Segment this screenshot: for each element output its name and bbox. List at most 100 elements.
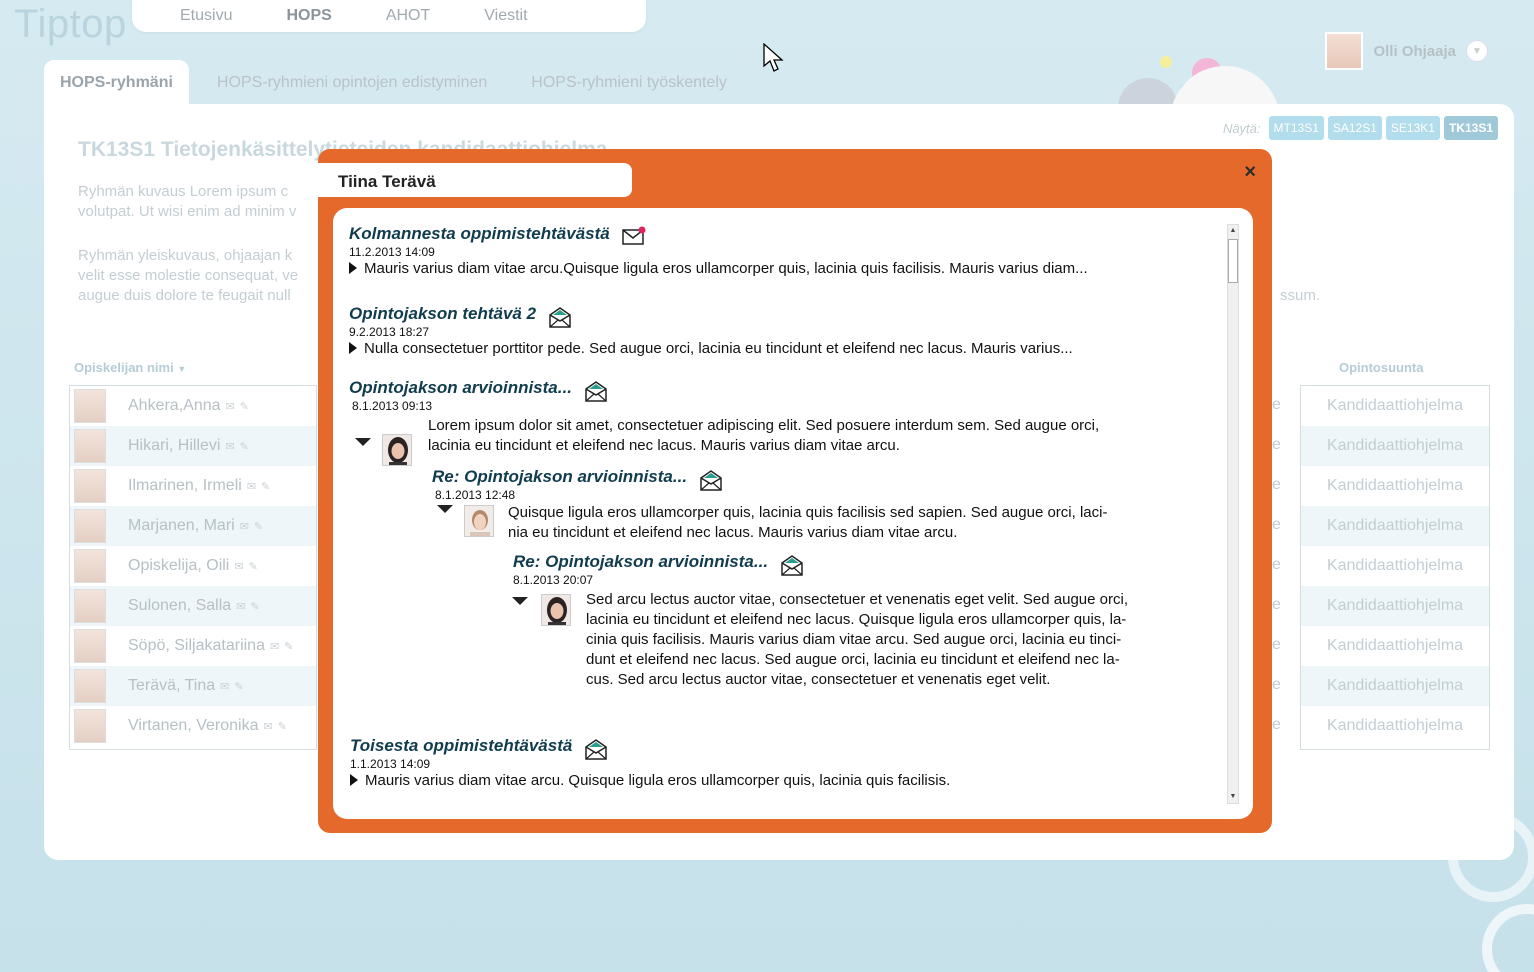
group-chip-mt13s1[interactable]: MT13S1 <box>1268 116 1324 140</box>
expand-arrow-icon[interactable] <box>350 774 358 786</box>
student-name[interactable]: Terävä, Tina <box>128 677 215 695</box>
nav-hops[interactable]: HOPS <box>286 7 331 25</box>
table-row[interactable]: Opiskelija, Oili ✉ ✎ <box>70 546 316 586</box>
collapse-arrow-icon[interactable] <box>512 597 528 605</box>
mail-icon[interactable]: ✉ <box>220 680 229 693</box>
edit-icon[interactable]: ✎ <box>249 560 258 573</box>
group-chip-sa12s1[interactable]: SA12S1 <box>1327 116 1382 140</box>
open-mail-icon[interactable] <box>584 738 608 760</box>
tab-tyoskentely[interactable]: HOPS-ryhmieni työskentely <box>515 60 743 104</box>
avatar <box>382 434 412 466</box>
group-description: Ryhmän kuvaus Lorem ipsum c volutpat. Ut… <box>78 182 296 222</box>
student-name[interactable]: Virtanen, Veronika <box>128 717 258 735</box>
program-cell: Kandidaattiohjelma <box>1326 557 1464 574</box>
student-name[interactable]: Hikari, Hillevi <box>128 437 220 455</box>
program-cell: Kandidaattiohjelma <box>1326 677 1464 694</box>
message-title[interactable]: Opintojakson tehtävä 2 <box>349 304 536 324</box>
edit-icon[interactable]: ✎ <box>284 640 293 653</box>
close-icon[interactable]: × <box>1244 161 1256 184</box>
background-ring <box>1482 904 1534 972</box>
user-menu[interactable]: Olli Ohjaaja ▼ <box>1325 32 1488 70</box>
table-row[interactable]: Ahkera,Anna ✉ ✎ <box>70 386 316 426</box>
student-name[interactable]: Opiskelija, Oili <box>128 557 229 575</box>
table-row[interactable]: Söpö, Siljakatariina ✉ ✎ <box>70 626 316 666</box>
message-preview: Mauris varius diam vitae arcu. Quisque l… <box>365 772 951 789</box>
mail-icon[interactable]: ✉ <box>236 600 245 613</box>
edit-icon[interactable]: ✎ <box>250 600 259 613</box>
open-mail-icon[interactable] <box>548 306 571 328</box>
table-row: Kandidaattiohjelma <box>1301 666 1489 706</box>
truncated-cell: e <box>1272 556 1281 573</box>
message-text: Sed arcu lectus auctor vitae, consectetu… <box>586 591 1128 608</box>
message-title[interactable]: Opintojakson arvioinnista... <box>349 378 572 398</box>
student-name[interactable]: Sulonen, Salla <box>128 597 231 615</box>
mail-icon[interactable]: ✉ <box>270 640 279 653</box>
truncated-cell: e <box>1272 476 1281 493</box>
group-overview: Ryhmän yleiskuvaus, ohjaajan k velit ess… <box>78 246 298 306</box>
col-header-program[interactable]: Opintosuunta <box>1339 360 1424 375</box>
student-name[interactable]: Ahkera,Anna <box>128 397 221 415</box>
edit-icon[interactable]: ✎ <box>254 520 263 533</box>
student-name[interactable]: Söpö, Siljakatariina <box>128 637 265 655</box>
scroll-down-icon[interactable]: ▼ <box>1228 791 1238 803</box>
nav-etusivu[interactable]: Etusivu <box>180 7 232 25</box>
group-chip-se13k1[interactable]: SE13K1 <box>1385 116 1440 140</box>
tab-edistyminen[interactable]: HOPS-ryhmieni opintojen edistyminen <box>201 60 503 104</box>
student-name[interactable]: Ilmarinen, Irmeli <box>128 477 242 495</box>
show-label: Näytä: <box>1222 120 1261 136</box>
group-chip-tk13s1[interactable]: TK13S1 <box>1443 116 1498 140</box>
mail-icon[interactable]: ✉ <box>234 560 243 573</box>
edit-icon[interactable]: ✎ <box>240 400 249 413</box>
student-table: Ahkera,Anna ✉ ✎ Hikari, Hillevi ✉ ✎ Ilmarinen,… <box>69 385 317 750</box>
table-row: Kandidaattiohjelma <box>1301 626 1489 666</box>
nav-ahot[interactable]: AHOT <box>386 7 430 25</box>
avatar <box>74 429 106 463</box>
app-logo[interactable]: Tiptop <box>14 2 127 47</box>
table-row[interactable]: Sulonen, Salla ✉ ✎ <box>70 586 316 626</box>
mail-icon[interactable]: ✉ <box>226 400 235 413</box>
mail-icon[interactable]: ✉ <box>247 480 256 493</box>
table-row[interactable]: Marjanen, Mari ✉ ✎ <box>70 506 316 546</box>
student-name[interactable]: Marjanen, Mari <box>128 517 235 535</box>
nav-viestit[interactable]: Viestit <box>484 7 527 25</box>
table-row: Kandidaattiohjelma <box>1301 506 1489 546</box>
program-cell: Kandidaattiohjelma <box>1326 437 1464 454</box>
mail-icon[interactable]: ✉ <box>225 440 234 453</box>
tab-hops-ryhmani[interactable]: HOPS-ryhmäni <box>44 60 189 104</box>
edit-icon[interactable]: ✎ <box>261 480 270 493</box>
edit-icon[interactable]: ✎ <box>240 440 249 453</box>
avatar <box>464 505 494 537</box>
mail-icon[interactable]: ✉ <box>240 520 249 533</box>
expand-arrow-icon[interactable] <box>349 342 357 354</box>
open-mail-icon[interactable] <box>780 554 803 576</box>
mouse-cursor-icon <box>763 43 784 72</box>
message-title[interactable]: Re: Opintojakson arvioinnista... <box>513 552 768 572</box>
scrollbar[interactable]: ▲ ▼ <box>1227 224 1239 804</box>
avatar <box>74 549 106 583</box>
message-list: Kolmannesta oppimistehtävästä 11.2.2013 … <box>333 208 1253 819</box>
avatar <box>74 709 106 743</box>
message-title[interactable]: Toisesta oppimistehtävästä <box>350 736 572 756</box>
message-title[interactable]: Re: Opintojakson arvioinnista... <box>432 467 687 487</box>
chevron-down-icon[interactable]: ▼ <box>1466 40 1488 62</box>
edit-icon[interactable]: ✎ <box>278 720 287 733</box>
avatar <box>74 469 106 503</box>
scroll-thumb[interactable] <box>1228 239 1238 283</box>
message-text: cus. Sed arcu lectus auctor vitae, conse… <box>586 671 1051 688</box>
edit-icon[interactable]: ✎ <box>234 680 243 693</box>
table-row[interactable]: Terävä, Tina ✉ ✎ <box>70 666 316 706</box>
message-title[interactable]: Kolmannesta oppimistehtävästä <box>349 224 610 244</box>
collapse-arrow-icon[interactable] <box>355 438 371 446</box>
mail-icon[interactable]: ✉ <box>263 720 272 733</box>
scroll-up-icon[interactable]: ▲ <box>1228 225 1238 237</box>
message-modal: Tiina Terävä × Kolmannesta oppimistehtäv… <box>318 149 1272 833</box>
expand-arrow-icon[interactable] <box>349 262 357 274</box>
col-header-name[interactable]: Opiskelijan nimi ▼ <box>74 360 186 375</box>
collapse-arrow-icon[interactable] <box>437 505 453 513</box>
unread-mail-icon[interactable] <box>622 226 646 245</box>
open-mail-icon[interactable] <box>699 469 722 491</box>
table-row[interactable]: Ilmarinen, Irmeli ✉ ✎ <box>70 466 316 506</box>
table-row[interactable]: Hikari, Hillevi ✉ ✎ <box>70 426 316 466</box>
table-row[interactable]: Virtanen, Veronika ✉ ✎ <box>70 706 316 746</box>
open-mail-icon[interactable] <box>584 380 607 402</box>
